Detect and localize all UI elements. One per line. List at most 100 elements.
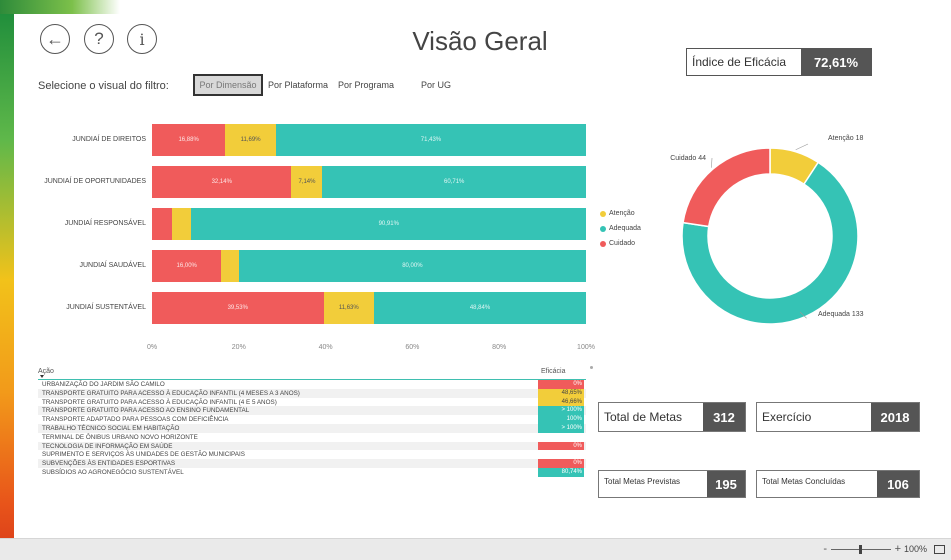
table-row[interactable]: TRANSPORTE GRATUITO PARA ACESSO À EDUCAÇ… xyxy=(38,388,586,398)
bar-data-label: 11,69% xyxy=(240,137,261,143)
filter-por-dimensao[interactable]: Por Dimensão xyxy=(193,74,263,96)
bar-category-label: JUNDIAÍ RESPONSÁVEL xyxy=(64,220,146,227)
bar-data-label: 48,84% xyxy=(469,305,491,311)
acao-cell: SUBSÍDIOS AO AGRONEGÓCIO SUSTENTÁVEL xyxy=(42,468,184,476)
eficacia-cell: 0% xyxy=(538,459,584,468)
bar-category-label: JUNDIAÍ DE OPORTUNIDADES xyxy=(44,178,146,185)
table-row[interactable]: TRANSPORTE ADAPTADO PARA PESSOAS COM DEF… xyxy=(38,415,586,424)
table-row[interactable]: TRANSPORTE GRATUITO PARA ACESSO AO ENSIN… xyxy=(38,406,586,416)
back-arrow-icon: ← xyxy=(46,28,64,49)
legend-item-atenção[interactable]: Atenção xyxy=(600,210,635,217)
table-row[interactable]: TRANSPORTE GRATUITO PARA ACESSO À EDUCAÇ… xyxy=(38,397,586,407)
sort-down-icon[interactable] xyxy=(40,375,44,378)
legend-item-adequada[interactable]: Adequada xyxy=(600,225,641,232)
eficacia-cell: 100% xyxy=(538,415,584,424)
zoom-slider-handle[interactable] xyxy=(859,545,862,554)
donut-slice-label: Atenção 18 xyxy=(828,135,864,142)
decorative-top-corner xyxy=(0,0,120,14)
eficacia-cell: 48,65% xyxy=(538,388,584,398)
bar-data-label: 80,00% xyxy=(402,263,423,269)
metas-concluidas-value: 106 xyxy=(877,471,919,497)
total-metas-card: Total de Metas 312 xyxy=(598,402,746,432)
x-axis-tick: 80% xyxy=(492,344,507,351)
metas-previstas-card: Total Metas Previstas 195 xyxy=(598,470,746,498)
table-row[interactable]: SUPRIMENTO E SERVIÇOS ÀS UNIDADES DE GES… xyxy=(38,450,586,459)
bar-category-label: JUNDIAÍ DE DIREITOS xyxy=(72,136,146,143)
page-title: Visão Geral xyxy=(412,26,548,56)
filter-por-ug[interactable]: Por UG xyxy=(412,74,460,96)
bar-segment-cuidado[interactable] xyxy=(152,208,172,240)
x-axis-tick: 100% xyxy=(577,344,595,351)
acao-cell: SUBVENÇÕES ÀS ENTIDADES ESPORTIVAS xyxy=(42,460,176,468)
exercicio-label: Exercício xyxy=(762,410,812,424)
metas-concluidas-label: Total Metas Concluídas xyxy=(762,477,846,486)
x-axis-tick: 0% xyxy=(146,344,158,351)
acao-cell: TERMINAL DE ÔNIBUS URBANO NOVO HORIZONTE xyxy=(42,433,198,441)
acao-cell: TRANSPORTE GRATUITO PARA ACESSO AO ENSIN… xyxy=(42,407,250,415)
bar-data-label: 71,43% xyxy=(420,137,442,143)
col-acao-header[interactable]: Ação xyxy=(38,368,54,375)
table-row[interactable]: URBANIZAÇÃO DO JARDIM SÃO CAMILO 0% xyxy=(38,380,586,389)
x-axis-tick: 40% xyxy=(318,344,333,351)
metas-previstas-label: Total Metas Previstas xyxy=(604,477,681,486)
acao-cell: TRANSPORTE GRATUITO PARA ACESSO À EDUCAÇ… xyxy=(42,398,277,406)
status-donut-chart[interactable]: Atenção 18 Adequada 133 Cuidado 44 xyxy=(640,120,900,340)
bar-segment-atenção[interactable] xyxy=(221,250,239,282)
dimension-bar-chart[interactable]: JUNDIAÍ DE DIREITOS 16,88% 11,69% 71,43% JUN… xyxy=(20,114,641,362)
donut-slice-label: Cuidado 44 xyxy=(670,155,706,162)
indice-eficacia-value: 72,61% xyxy=(801,49,871,75)
bar-category-label: JUNDIAÍ SUSTENTÁVEL xyxy=(66,304,146,311)
bar-data-label: 7,14% xyxy=(298,179,316,185)
filter-label: Selecione o visual do filtro: xyxy=(38,80,169,92)
zoom-in-button[interactable]: + xyxy=(895,543,901,555)
bar-data-label: 39,53% xyxy=(227,305,248,311)
legend-dot xyxy=(600,210,606,217)
legend-label: Adequada xyxy=(609,225,641,232)
table-row[interactable]: TECNOLOGIA DE INFORMAÇÃO EM SAÚDE 0% xyxy=(38,441,586,451)
table-row[interactable]: TERMINAL DE ÔNIBUS URBANO NOVO HORIZONTE xyxy=(38,433,586,442)
eficacia-cell: > 100% xyxy=(538,423,584,433)
legend-item-cuidado[interactable]: Cuidado xyxy=(600,240,635,247)
acoes-table[interactable]: Ação Eficácia URBANIZAÇÃO DO JARDIM SÃO … xyxy=(38,366,586,512)
info-icon: i xyxy=(139,29,145,49)
x-axis-tick: 60% xyxy=(405,344,420,351)
donut-leader-line xyxy=(795,143,809,151)
donut-leader-line xyxy=(711,157,713,168)
back-button[interactable]: ← xyxy=(40,24,70,54)
total-metas-label: Total de Metas xyxy=(604,410,683,424)
legend-label: Cuidado xyxy=(609,240,636,247)
metas-concluidas-card: Total Metas Concluídas 106 xyxy=(756,470,920,498)
table-scroll-indicator[interactable] xyxy=(590,366,593,369)
help-button[interactable]: ? xyxy=(84,24,114,54)
bar-data-label: 16,00% xyxy=(176,263,197,269)
legend-dot xyxy=(600,240,606,247)
zoom-level: 100% xyxy=(903,544,927,554)
bar-segment-atenção[interactable] xyxy=(171,208,192,240)
eficacia-cell: 0% xyxy=(538,380,584,389)
question-icon: ? xyxy=(94,29,104,48)
x-axis-tick: 20% xyxy=(231,344,246,351)
legend-dot xyxy=(600,225,606,232)
table-body: URBANIZAÇÃO DO JARDIM SÃO CAMILO 0% TRANSP… xyxy=(38,380,586,477)
status-bar: - + 100% xyxy=(0,538,951,560)
acao-cell: TRABALHO TÉCNICO SOCIAL EM HABITAÇÃO xyxy=(42,424,180,432)
table-header: Ação Eficácia xyxy=(38,366,586,380)
zoom-out-button[interactable]: - xyxy=(823,543,827,555)
bar-data-label: 90,91% xyxy=(378,221,399,227)
filter-por-programa[interactable]: Por Programa xyxy=(334,74,398,96)
metas-previstas-value: 195 xyxy=(707,471,745,497)
col-eficacia-header[interactable]: Eficácia xyxy=(541,368,566,375)
exercicio-card: Exercício 2018 xyxy=(756,402,920,432)
indice-eficacia-card: Índice de Eficácia 72,61% xyxy=(686,48,872,76)
fit-to-page-icon[interactable] xyxy=(934,545,945,554)
table-row[interactable]: SUBVENÇÕES ÀS ENTIDADES ESPORTIVAS 0% xyxy=(38,459,586,468)
total-metas-value: 312 xyxy=(703,403,745,431)
filter-por-plataforma[interactable]: Por Plataforma xyxy=(266,74,330,96)
table-row[interactable]: SUBSÍDIOS AO AGRONEGÓCIO SUSTENTÁVEL 80,7… xyxy=(38,467,586,477)
info-button[interactable]: i xyxy=(127,24,157,54)
eficacia-cell xyxy=(538,450,584,459)
exercicio-value: 2018 xyxy=(871,403,919,431)
acao-cell: SUPRIMENTO E SERVIÇOS ÀS UNIDADES DE GES… xyxy=(42,451,245,459)
bar-data-label: 60,71% xyxy=(444,179,465,185)
table-row[interactable]: TRABALHO TÉCNICO SOCIAL EM HABITAÇÃO > 10… xyxy=(38,423,586,433)
